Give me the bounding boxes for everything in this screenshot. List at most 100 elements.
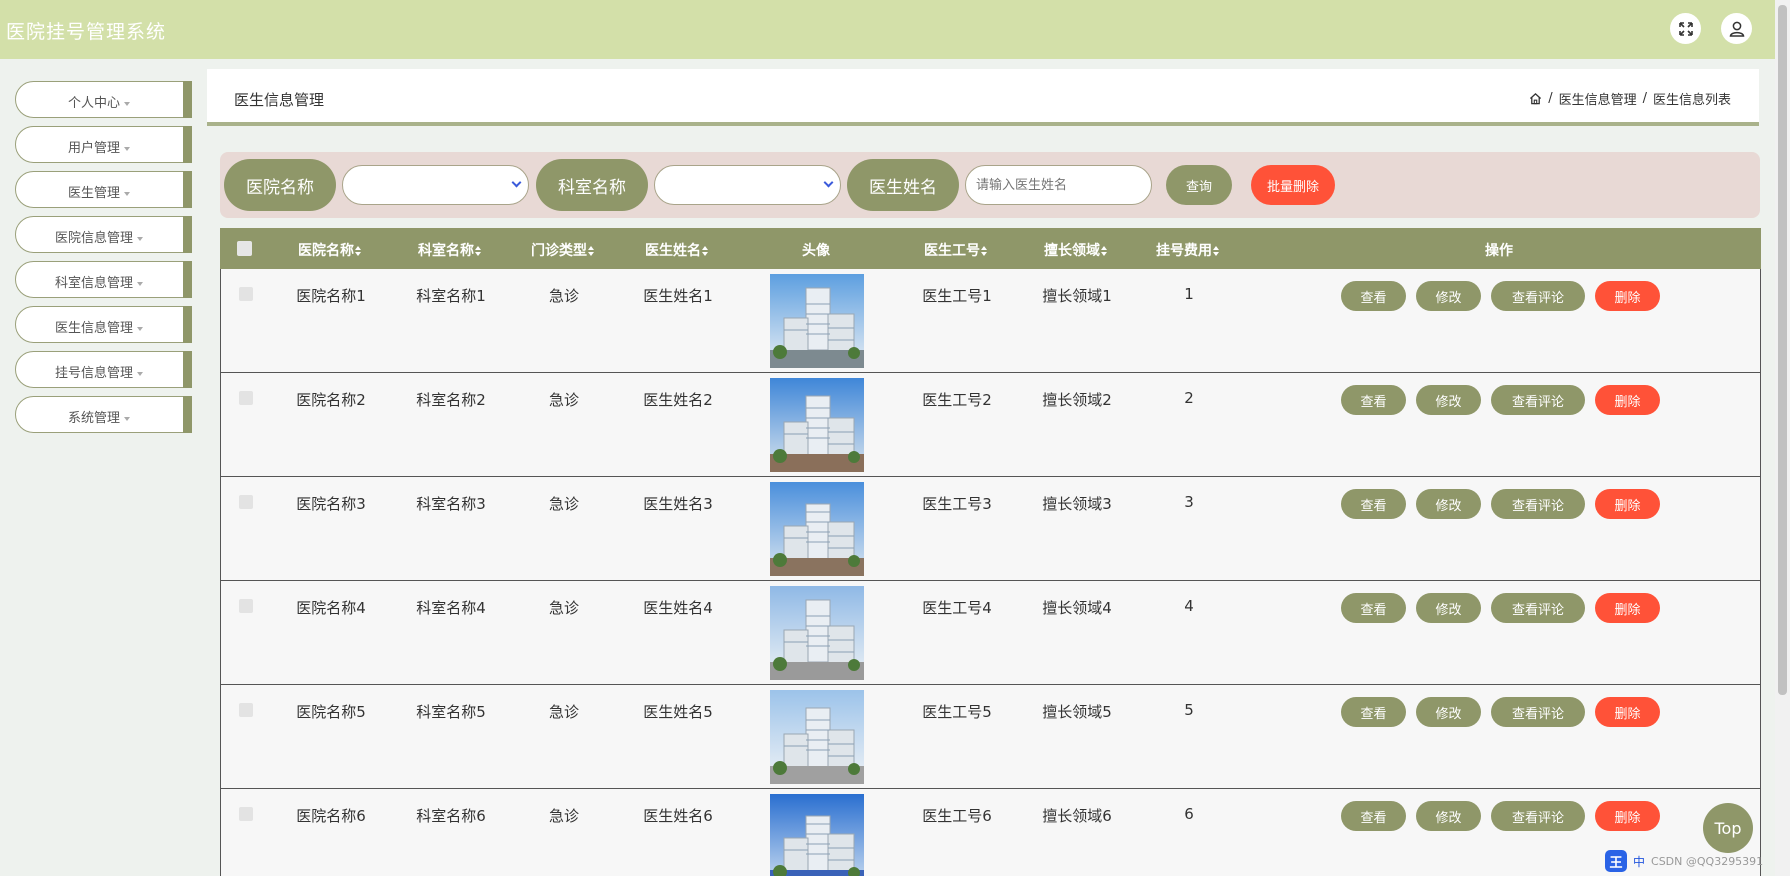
cell-hospital: 医院名称4 [296, 599, 366, 617]
edit-button[interactable]: 修改 [1416, 385, 1481, 415]
edit-button[interactable]: 修改 [1416, 801, 1481, 831]
column-header-actions: 操作 [1485, 243, 1513, 259]
department-name-select[interactable] [654, 165, 841, 205]
view-comments-button[interactable]: 查看评论 [1491, 697, 1585, 727]
breadcrumb-separator: / [1548, 91, 1553, 106]
doctor-table: 医院名称 科室名称 门诊类型 医生姓名 头像 医生工号 擅长领域 挂号费用 操作… [220, 228, 1761, 876]
view-button[interactable]: 查看 [1341, 801, 1406, 831]
sidebar-item-doctor-management[interactable]: 医生管理 [15, 171, 192, 208]
doctor-avatar-image[interactable] [770, 690, 864, 784]
batch-delete-button[interactable]: 批量删除 [1251, 165, 1335, 205]
doctor-name-input[interactable] [965, 165, 1152, 205]
cell-doctor-no: 医生工号1 [922, 287, 992, 305]
cell-hospital: 医院名称6 [296, 807, 366, 825]
column-header-clinic-type[interactable]: 门诊类型 [531, 240, 595, 260]
sidebar-item-doctor-info[interactable]: 医生信息管理 [15, 306, 192, 343]
view-button[interactable]: 查看 [1341, 697, 1406, 727]
row-checkbox[interactable] [239, 703, 253, 717]
doctor-avatar-image[interactable] [770, 482, 864, 576]
sidebar-item-label: 医生管理 [67, 186, 120, 201]
column-header-hospital[interactable]: 医院名称 [298, 240, 362, 260]
home-icon[interactable] [1529, 92, 1542, 105]
delete-button[interactable]: 删除 [1595, 801, 1660, 831]
cell-doctor: 医生姓名3 [643, 495, 713, 513]
edit-button[interactable]: 修改 [1416, 489, 1481, 519]
ime-logo-icon[interactable]: 王 [1605, 850, 1627, 872]
app-title: 医院挂号管理系统 [6, 21, 167, 43]
breadcrumb: / 医生信息管理 / 医生信息列表 [1529, 89, 1731, 108]
cell-hospital: 医院名称2 [296, 391, 366, 409]
sort-icon [475, 246, 482, 256]
row-checkbox[interactable] [239, 599, 253, 613]
view-comments-button[interactable]: 查看评论 [1491, 489, 1585, 519]
row-checkbox[interactable] [239, 495, 253, 509]
sidebar-item-system-management[interactable]: 系统管理 [15, 396, 192, 433]
page-header: 医生信息管理 / 医生信息管理 / 医生信息列表 [207, 69, 1759, 126]
view-button[interactable]: 查看 [1341, 489, 1406, 519]
row-checkbox[interactable] [239, 391, 253, 405]
delete-button[interactable]: 删除 [1595, 385, 1660, 415]
top-header: 医院挂号管理系统 [0, 0, 1790, 59]
column-header-specialty[interactable]: 擅长领域 [1044, 240, 1108, 260]
view-button[interactable]: 查看 [1341, 281, 1406, 311]
cell-doctor-no: 医生工号4 [922, 599, 992, 617]
sidebar-item-department-info[interactable]: 科室信息管理 [15, 261, 192, 298]
column-header-doctor-number[interactable]: 医生工号 [924, 240, 988, 260]
chevron-down-icon [511, 177, 522, 188]
cell-clinic-type: 急诊 [548, 807, 580, 825]
edit-button[interactable]: 修改 [1416, 281, 1481, 311]
cell-department: 科室名称2 [416, 391, 486, 409]
sidebar-item-label: 挂号信息管理 [54, 366, 133, 381]
page-title: 医生信息管理 [234, 91, 325, 109]
page-scrollbar[interactable] [1775, 0, 1790, 876]
edit-button[interactable]: 修改 [1416, 593, 1481, 623]
sidebar-item-registration-info[interactable]: 挂号信息管理 [15, 351, 192, 388]
column-header-fee[interactable]: 挂号费用 [1156, 240, 1220, 260]
view-comments-button[interactable]: 查看评论 [1491, 385, 1585, 415]
cell-doctor: 医生姓名2 [643, 391, 713, 409]
sidebar-item-label: 医院信息管理 [54, 231, 133, 246]
view-comments-button[interactable]: 查看评论 [1491, 593, 1585, 623]
select-all-checkbox[interactable] [237, 241, 252, 256]
view-comments-button[interactable]: 查看评论 [1491, 281, 1585, 311]
cell-department: 科室名称1 [416, 287, 486, 305]
watermark-text: CSDN @QQ3295391 [1651, 854, 1764, 868]
cell-hospital: 医院名称3 [296, 495, 366, 513]
delete-button[interactable]: 删除 [1595, 697, 1660, 727]
cell-doctor-no: 医生工号5 [922, 703, 992, 721]
breadcrumb-item-doctor-info[interactable]: 医生信息管理 [1559, 89, 1637, 108]
user-menu-button[interactable] [1721, 13, 1752, 44]
cell-clinic-type: 急诊 [548, 287, 580, 305]
ime-mode[interactable]: 中 [1633, 853, 1645, 870]
scrollbar-thumb[interactable] [1778, 5, 1787, 695]
sidebar-item-personal-center[interactable]: 个人中心 [15, 81, 192, 118]
hospital-name-select[interactable] [342, 165, 529, 205]
sidebar-item-label: 系统管理 [67, 411, 120, 426]
row-checkbox[interactable] [239, 287, 253, 301]
doctor-avatar-image[interactable] [770, 586, 864, 680]
delete-button[interactable]: 删除 [1595, 489, 1660, 519]
edit-button[interactable]: 修改 [1416, 697, 1481, 727]
delete-button[interactable]: 删除 [1595, 281, 1660, 311]
cell-fee: 3 [1184, 493, 1194, 511]
fullscreen-button[interactable] [1670, 13, 1701, 44]
sort-icon [702, 246, 709, 256]
cell-fee: 1 [1184, 285, 1194, 303]
query-button[interactable]: 查询 [1166, 165, 1232, 205]
doctor-avatar-image[interactable] [770, 274, 864, 368]
sort-icon [981, 246, 988, 256]
row-checkbox[interactable] [239, 807, 253, 821]
view-button[interactable]: 查看 [1341, 593, 1406, 623]
column-header-department[interactable]: 科室名称 [418, 240, 482, 260]
delete-button[interactable]: 删除 [1595, 593, 1660, 623]
sidebar-item-hospital-info[interactable]: 医院信息管理 [15, 216, 192, 253]
department-name-label: 科室名称 [536, 159, 648, 211]
cell-clinic-type: 急诊 [548, 391, 580, 409]
column-header-doctor-name[interactable]: 医生姓名 [645, 240, 709, 260]
view-comments-button[interactable]: 查看评论 [1491, 801, 1585, 831]
doctor-avatar-image[interactable] [770, 378, 864, 472]
view-button[interactable]: 查看 [1341, 385, 1406, 415]
sidebar-item-user-management[interactable]: 用户管理 [15, 126, 192, 163]
back-to-top-button[interactable]: Top [1703, 803, 1753, 853]
doctor-avatar-image[interactable] [770, 794, 864, 876]
